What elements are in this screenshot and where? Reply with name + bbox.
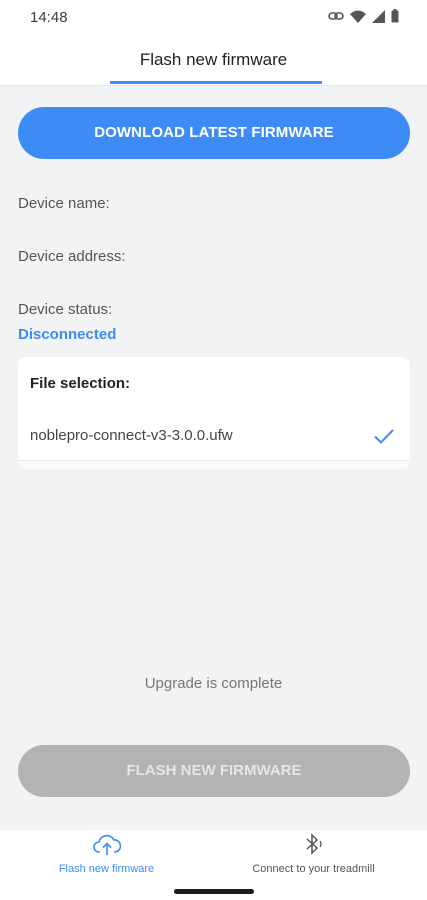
cloud-upload-icon <box>92 832 121 863</box>
flash-new-firmware-button[interactable]: FLASH NEW FIRMWARE <box>18 745 410 797</box>
device-status-label: Device status: <box>18 301 113 318</box>
bottom-navigation: Flash new firmware Connect to your tread… <box>0 830 427 884</box>
link-icon <box>328 10 344 22</box>
download-latest-firmware-button[interactable]: DOWNLOAD LATEST FIRMWARE <box>18 107 410 159</box>
gesture-handle[interactable] <box>174 889 254 894</box>
battery-icon <box>391 9 399 23</box>
nav-item-flash-new-firmware[interactable]: Flash new firmware <box>0 830 213 884</box>
device-address-label: Device address: <box>18 248 126 265</box>
bluetooth-icon <box>302 832 326 863</box>
device-name-label: Device name: <box>18 195 110 212</box>
status-icons <box>328 9 399 23</box>
file-name: noblepro-connect-v3-3.0.0.ufw <box>30 427 233 444</box>
nav-label-flash: Flash new firmware <box>58 863 155 875</box>
page-title: Flash new firmware <box>139 50 288 69</box>
tab-indicator <box>110 81 322 84</box>
file-selection-title: File selection: <box>30 375 131 392</box>
device-status-value: Disconnected <box>18 326 117 343</box>
nav-label-connect: Connect to your treadmill <box>252 863 375 875</box>
gesture-area <box>0 884 427 900</box>
list-divider <box>18 460 410 469</box>
top-bar: Flash new firmware <box>0 36 427 86</box>
file-selection-card: File selection: noblepro-connect-v3-3.0.… <box>18 357 410 469</box>
status-bar: 14:48 <box>0 0 427 36</box>
nav-item-connect-treadmill[interactable]: Connect to your treadmill <box>207 830 420 884</box>
upgrade-status-text: Upgrade is complete <box>144 675 283 692</box>
status-time: 14:48 <box>30 9 68 26</box>
file-list-item[interactable]: noblepro-connect-v3-3.0.0.ufw <box>18 412 410 462</box>
signal-icon <box>372 9 385 23</box>
wifi-icon <box>350 10 366 23</box>
check-icon <box>372 424 396 453</box>
